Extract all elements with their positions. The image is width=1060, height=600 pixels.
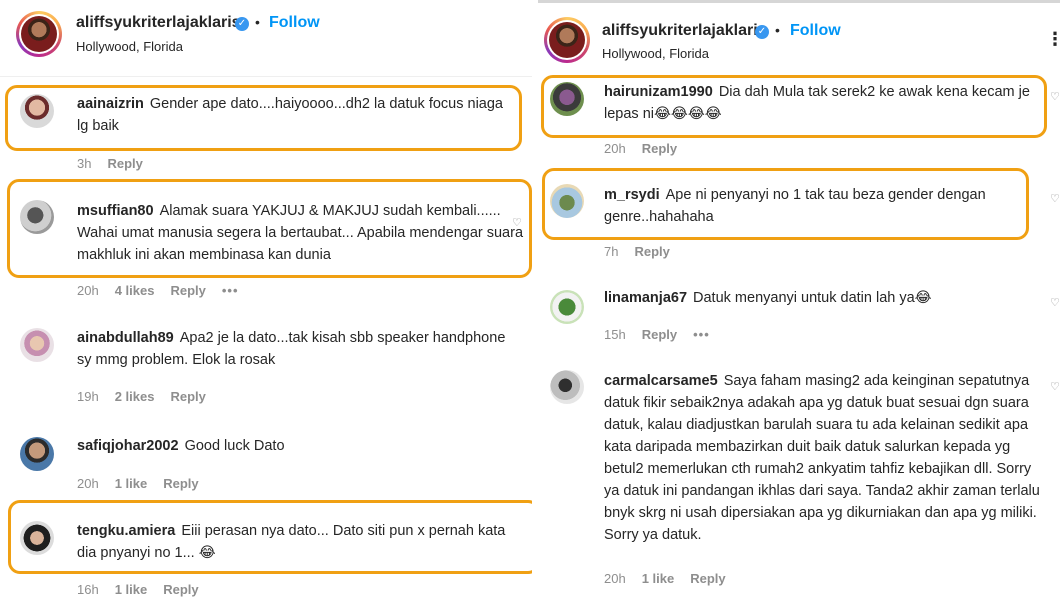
heart-icon[interactable]: ♡ (1050, 90, 1060, 103)
heart-icon[interactable]: ♡ (1050, 380, 1060, 393)
separator-dot: • (255, 14, 260, 30)
comment-time: 15h (604, 327, 626, 342)
header-divider (0, 76, 532, 77)
reply-button[interactable]: Reply (170, 389, 205, 404)
comment-time: 20h (77, 476, 99, 491)
post-options-icon[interactable]: ⋮ (1046, 29, 1060, 50)
comment-avatar[interactable] (20, 200, 54, 234)
comment-time: 20h (604, 141, 626, 156)
verified-badge-icon: ✓ (235, 17, 249, 31)
comment-text: aainaizrin Gender ape dato....haiyoooo...… (77, 93, 507, 137)
comment-username[interactable]: carmalcarsame5 (604, 373, 718, 389)
comment-username[interactable]: safiqjohar2002 (77, 438, 179, 454)
post-header: aliffsyukriterlajaklaris ✓ • Follow Holl… (538, 3, 1060, 75)
comment-time: 19h (77, 389, 99, 404)
comment-meta: 15h Reply ••• (604, 327, 726, 342)
comment-meta: 7h Reply (604, 244, 686, 259)
reply-button[interactable]: Reply (107, 156, 142, 171)
comment-avatar[interactable] (550, 82, 584, 116)
comment-likes[interactable]: 1 like (115, 582, 148, 597)
reply-button[interactable]: Reply (634, 244, 669, 259)
comment-username[interactable]: m_rsydi (604, 187, 660, 203)
left-screenshot-panel: aliffsyukriterlajaklaris ✓ • Follow Holl… (0, 0, 532, 600)
comment-text: tengku.amiera Eiii perasan nya dato... Da… (77, 520, 522, 564)
comment-avatar[interactable] (550, 370, 584, 404)
comment-body: Ape ni penyanyi no 1 tak tau beza gender… (604, 187, 986, 225)
comment-username[interactable]: ainabdullah89 (77, 330, 174, 346)
reply-button[interactable]: Reply (642, 141, 677, 156)
comment-meta: 20h 1 like Reply (77, 476, 215, 491)
comment-avatar[interactable] (20, 328, 54, 362)
comment-body: Good luck Dato (184, 438, 285, 454)
comment-avatar[interactable] (550, 290, 584, 324)
more-options-icon[interactable]: ••• (222, 283, 239, 298)
comment-body: Datuk menyanyi untuk datin lah ya😂 (693, 290, 932, 306)
comment-meta: 20h Reply (604, 141, 693, 156)
profile-avatar[interactable] (544, 17, 590, 63)
comment-likes[interactable]: 2 likes (115, 389, 155, 404)
comment-meta: 20h 1 like Reply (604, 571, 742, 586)
comment-username[interactable]: linamanja67 (604, 290, 687, 306)
comment-avatar[interactable] (20, 94, 54, 128)
comment-time: 7h (604, 244, 619, 259)
post-username[interactable]: aliffsyukriterlajaklaris (76, 14, 241, 32)
separator-dot: • (775, 22, 780, 38)
comment-meta: 19h 2 likes Reply (77, 389, 222, 404)
comment-body: Saya faham masing2 ada keinginan sepatut… (604, 373, 1040, 543)
reply-button[interactable]: Reply (163, 582, 198, 597)
post-location[interactable]: Hollywood, Florida (602, 46, 709, 61)
comment-meta: 20h 4 likes Reply ••• (77, 283, 255, 298)
comment-avatar[interactable] (20, 437, 54, 471)
top-border (538, 0, 1060, 3)
comment-text: safiqjohar2002 Good luck Dato (77, 435, 517, 457)
post-header: aliffsyukriterlajaklaris ✓ • Follow Holl… (0, 0, 532, 72)
comment-meta: 3h Reply (77, 156, 159, 171)
reply-button[interactable]: Reply (690, 571, 725, 586)
comment-likes[interactable]: 4 likes (115, 283, 155, 298)
comment-avatar[interactable] (550, 184, 584, 218)
comment-time: 20h (77, 283, 99, 298)
comment-text: carmalcarsame5 Saya faham masing2 ada kei… (604, 370, 1044, 546)
comment-text: m_rsydi Ape ni penyanyi no 1 tak tau beza… (604, 184, 1024, 228)
follow-button[interactable]: Follow (269, 14, 320, 32)
heart-icon[interactable]: ♡ (1050, 192, 1060, 205)
comment-text: linamanja67 Datuk menyanyi untuk datin la… (604, 287, 1034, 309)
comment-time: 20h (604, 571, 626, 586)
comment-text: msuffian80 Alamak suara YAKJUJ & MAKJUJ s… (77, 200, 525, 266)
heart-icon[interactable]: ♡ (1050, 296, 1060, 309)
comment-text: hairunizam1990 Dia dah Mula tak serek2 ke… (604, 81, 1040, 125)
comment-time: 16h (77, 582, 99, 597)
reply-button[interactable]: Reply (642, 327, 677, 342)
more-options-icon[interactable]: ••• (693, 327, 710, 342)
comment-username[interactable]: aainaizrin (77, 96, 144, 112)
reply-button[interactable]: Reply (163, 476, 198, 491)
comment-avatar[interactable] (20, 521, 54, 555)
comment-likes[interactable]: 1 like (115, 476, 148, 491)
comment-time: 3h (77, 156, 92, 171)
post-location[interactable]: Hollywood, Florida (76, 39, 183, 54)
heart-icon[interactable]: ♡ (512, 216, 522, 229)
verified-badge-icon: ✓ (755, 25, 769, 39)
right-screenshot-panel: aliffsyukriterlajaklaris ✓ • Follow Holl… (538, 0, 1060, 600)
comment-meta: 16h 1 like Reply (77, 582, 215, 597)
post-username[interactable]: aliffsyukriterlajaklaris (602, 22, 767, 40)
follow-button[interactable]: Follow (790, 22, 841, 40)
profile-avatar[interactable] (16, 11, 62, 57)
comment-username[interactable]: msuffian80 (77, 203, 154, 219)
comment-username[interactable]: hairunizam1990 (604, 84, 713, 100)
comment-text: ainabdullah89 Apa2 je la dato...tak kisah… (77, 327, 517, 371)
reply-button[interactable]: Reply (170, 283, 205, 298)
comment-likes[interactable]: 1 like (642, 571, 675, 586)
comment-username[interactable]: tengku.amiera (77, 523, 175, 539)
